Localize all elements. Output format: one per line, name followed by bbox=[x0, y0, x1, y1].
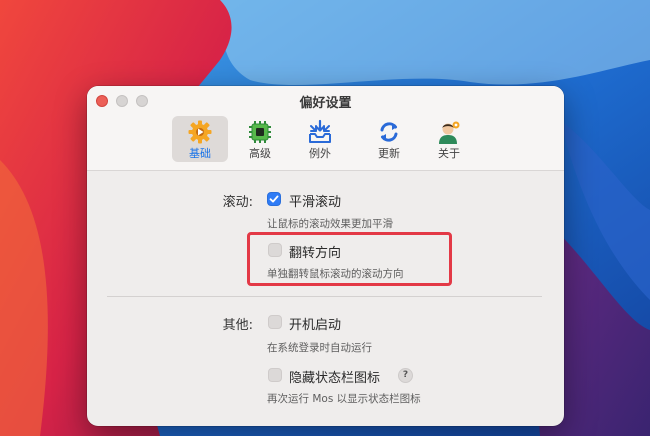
launch-at-login-checkbox[interactable] bbox=[268, 315, 282, 329]
user-icon bbox=[436, 119, 462, 145]
window-title: 偏好设置 bbox=[299, 96, 352, 111]
tab-update[interactable]: 更新 bbox=[361, 116, 417, 162]
tab-label: 更新 bbox=[378, 147, 400, 160]
gear-icon bbox=[187, 119, 213, 145]
tab-label: 高级 bbox=[249, 147, 271, 160]
smooth-scroll-description: 让鼠标的滚动效果更加平滑 bbox=[267, 218, 393, 230]
preferences-window: 偏好设置 基础 高级 例外 更新 关于 滚动: 平滑滚动 让鼠标的滚动效果更加平… bbox=[87, 86, 564, 426]
other-section-label: 其他: bbox=[222, 318, 253, 333]
chip-icon bbox=[247, 119, 273, 145]
tab-label: 基础 bbox=[189, 147, 211, 160]
hide-status-icon-label[interactable]: 隐藏状态栏图标 bbox=[289, 367, 380, 386]
hide-status-icon-checkbox[interactable] bbox=[268, 368, 282, 382]
launch-at-login-label[interactable]: 开机启动 bbox=[289, 314, 341, 333]
smooth-scroll-label[interactable]: 平滑滚动 bbox=[289, 191, 341, 210]
scroll-section-label: 滚动: bbox=[222, 195, 253, 210]
hide-status-icon-description: 再次运行 Mos 以显示状态栏图标 bbox=[267, 393, 421, 405]
section-divider bbox=[107, 296, 542, 297]
smooth-scroll-checkbox[interactable] bbox=[267, 192, 281, 206]
tab-about[interactable]: 关于 bbox=[421, 116, 477, 162]
tab-label: 例外 bbox=[309, 147, 331, 160]
tab-advanced[interactable]: 高级 bbox=[232, 116, 288, 162]
tray-arrows-icon bbox=[307, 119, 333, 145]
highlight-annotation bbox=[247, 232, 452, 286]
checkmark-icon bbox=[269, 195, 279, 203]
refresh-icon bbox=[376, 119, 402, 145]
tab-exceptions[interactable]: 例外 bbox=[292, 116, 348, 162]
help-button[interactable]: ? bbox=[398, 368, 413, 383]
launch-at-login-description: 在系统登录时自动运行 bbox=[267, 342, 372, 354]
tab-basic[interactable]: 基础 bbox=[172, 116, 228, 162]
tab-label: 关于 bbox=[438, 147, 460, 160]
